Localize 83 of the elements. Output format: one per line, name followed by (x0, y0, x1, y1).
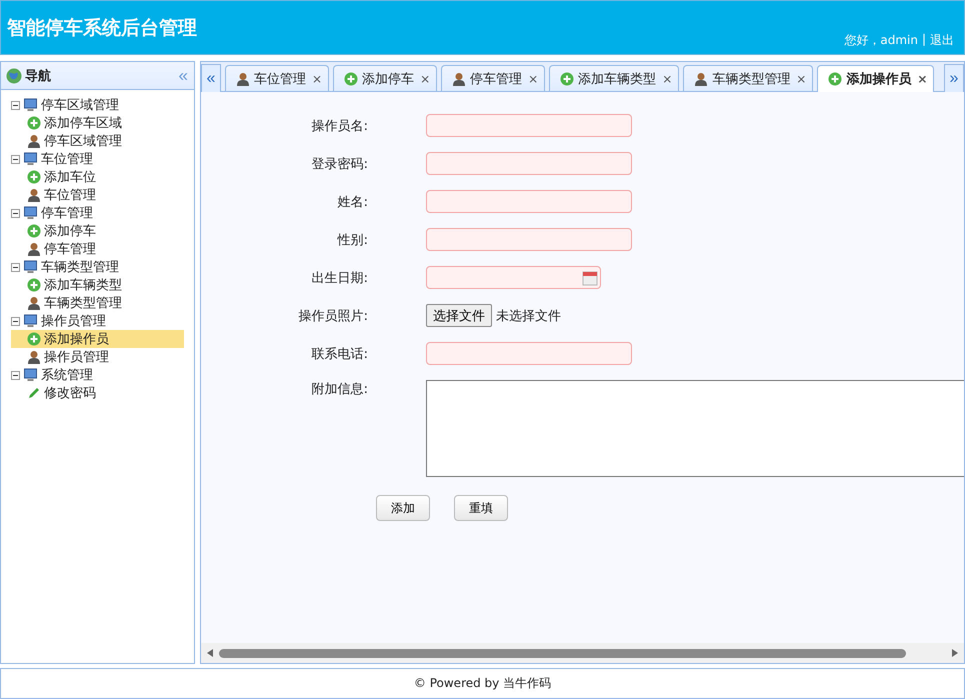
separator: | (922, 32, 926, 48)
text-field[interactable] (426, 152, 632, 175)
tree-item[interactable]: 添加停车 (11, 222, 184, 240)
user-icon (236, 72, 250, 86)
add-icon (344, 72, 358, 86)
user-icon (27, 350, 41, 364)
tree-item[interactable]: 停车管理 (11, 240, 184, 258)
tab[interactable]: 添加操作员 × (817, 65, 934, 92)
tree-item[interactable]: 操作员管理 (11, 348, 184, 366)
collapse-toggle-icon[interactable] (11, 316, 20, 326)
monitor-icon (23, 314, 38, 328)
tree-item[interactable]: 车位管理 (11, 186, 184, 204)
tree-item[interactable]: 车位管理 (11, 150, 184, 168)
field-label: 操作员照片: (298, 308, 368, 324)
collapse-toggle-icon[interactable] (11, 370, 20, 380)
user-icon (27, 242, 41, 256)
tree-item[interactable]: 添加操作员 (11, 330, 184, 348)
monitor-icon (23, 260, 38, 274)
calendar-icon[interactable] (582, 270, 598, 286)
collapse-toggle-icon[interactable] (11, 262, 20, 272)
form-button[interactable]: 重填 (454, 495, 508, 521)
scroll-right-arrow-icon[interactable] (952, 649, 958, 657)
tree-item[interactable]: 停车区域管理 (11, 96, 184, 114)
greeting: 您好，admin (844, 32, 918, 49)
tree-item[interactable]: 添加车位 (11, 168, 184, 186)
user-icon (452, 72, 466, 86)
add-icon (27, 116, 41, 130)
collapse-toggle-icon[interactable] (11, 208, 20, 218)
add-icon (27, 278, 41, 292)
tree-item[interactable]: 车辆类型管理 (11, 294, 184, 312)
collapse-toggle-icon[interactable] (11, 100, 20, 110)
field-label: 姓名: (336, 194, 368, 210)
tree-item[interactable]: 车辆类型管理 (11, 258, 184, 276)
field-label: 操作员名: (310, 118, 368, 134)
tree-item[interactable]: 修改密码 (11, 384, 184, 402)
monitor-icon (23, 206, 38, 220)
text-field[interactable] (426, 114, 632, 137)
file-status: 未选择文件 (496, 308, 561, 324)
user-icon (27, 134, 41, 148)
globe-icon (6, 68, 22, 84)
add-icon (828, 72, 842, 86)
pencil-icon (27, 386, 41, 400)
user-icon (27, 296, 41, 310)
monitor-icon (23, 152, 38, 166)
monitor-icon (23, 98, 38, 112)
monitor-icon (23, 368, 38, 382)
tree-item[interactable]: 停车区域管理 (11, 132, 184, 150)
scroll-left-arrow-icon[interactable] (207, 649, 213, 657)
add-icon (27, 224, 41, 238)
tree-item[interactable]: 添加车辆类型 (11, 276, 184, 294)
app-title: 智能停车系统后台管理 (7, 16, 197, 41)
add-icon (27, 170, 41, 184)
footer-text: © Powered by 当牛作码 (414, 675, 552, 692)
tree-item[interactable]: 系统管理 (11, 366, 184, 384)
field-label: 性别: (336, 232, 368, 248)
tree-item[interactable]: 操作员管理 (11, 312, 184, 330)
collapse-toggle-icon[interactable] (11, 154, 20, 164)
field-label: 附加信息: (310, 381, 368, 398)
tab[interactable]: 车辆类型管理 × (683, 65, 814, 91)
add-icon (27, 332, 41, 346)
form-button[interactable]: 添加 (376, 495, 430, 521)
date-field[interactable] (426, 266, 601, 289)
choose-file-button[interactable]: 选择文件 (426, 304, 492, 327)
tab[interactable]: 添加车辆类型 × (549, 65, 680, 91)
field-label: 登录密码: (310, 156, 368, 172)
text-field[interactable] (426, 228, 632, 251)
user-icon (694, 72, 708, 86)
field-label: 出生日期: (310, 270, 368, 286)
tree-item[interactable]: 停车管理 (11, 204, 184, 222)
user-icon (27, 188, 41, 202)
text-field[interactable] (426, 190, 632, 213)
scroll-right-button[interactable]: » (944, 64, 964, 92)
text-area[interactable] (426, 380, 964, 477)
field-label: 联系电话: (310, 346, 368, 362)
tab[interactable]: 添加停车 × (333, 65, 438, 91)
add-icon (560, 72, 574, 86)
text-field[interactable] (426, 342, 632, 365)
sidebar-title: 导航 (25, 68, 51, 84)
horizontal-scrollbar[interactable] (201, 643, 964, 663)
tree-item[interactable]: 添加停车区域 (11, 114, 184, 132)
scroll-left-button[interactable]: « (201, 64, 221, 92)
tab[interactable]: 停车管理 × (441, 65, 546, 91)
tab[interactable]: 车位管理 × (225, 65, 330, 91)
